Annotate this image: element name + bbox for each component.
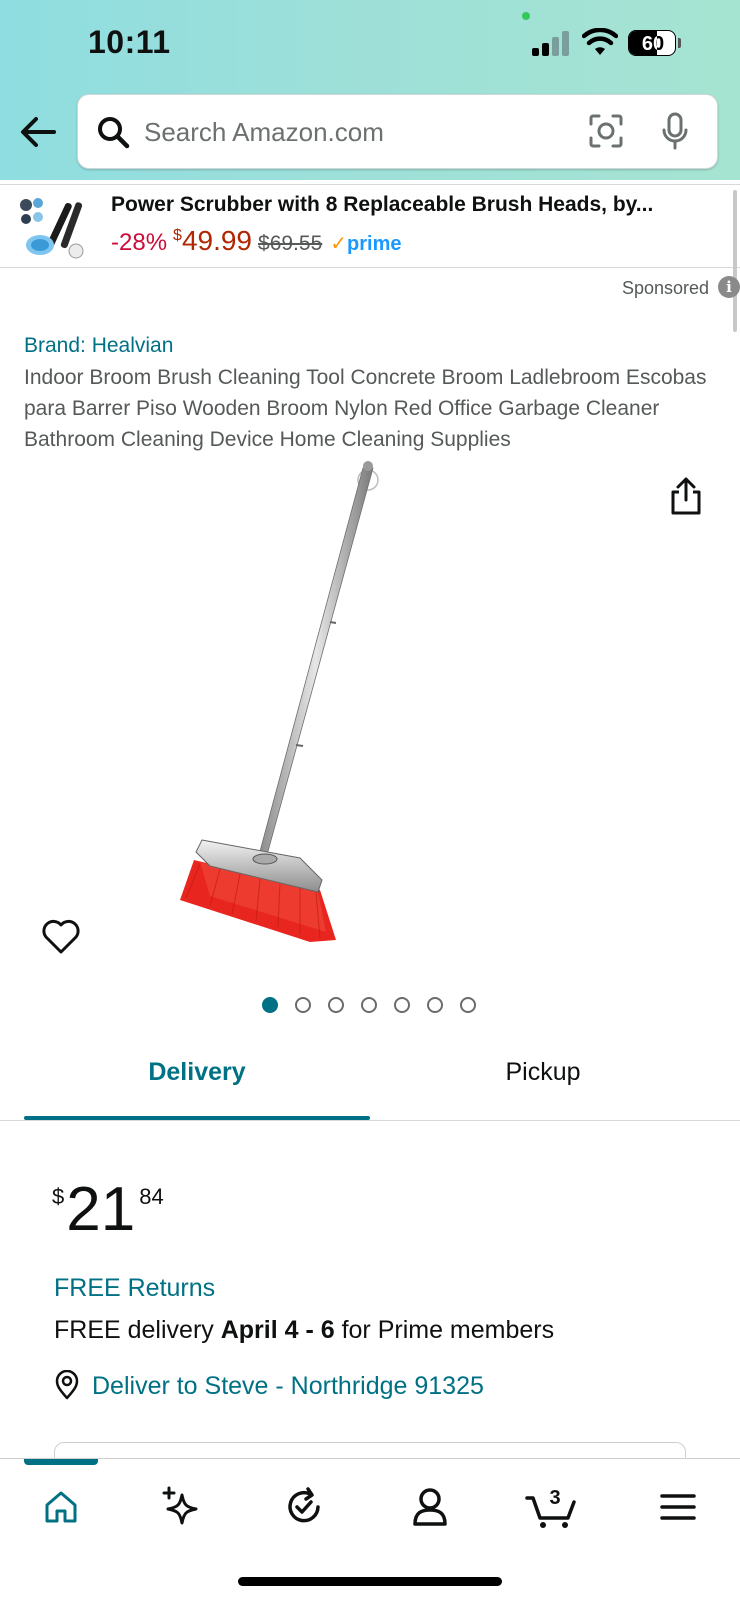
nav-home[interactable] (21, 1477, 101, 1537)
back-arrow-icon[interactable] (18, 112, 58, 152)
nav-menu[interactable] (638, 1477, 718, 1537)
search-input[interactable]: Search Amazon.com (144, 117, 384, 148)
buy-again-icon (288, 1487, 320, 1523)
wifi-icon (582, 28, 618, 55)
discount-percent: -28% (111, 229, 168, 256)
cart-icon: 3 (525, 1487, 576, 1528)
scroll-indicator (733, 190, 737, 332)
bottom-navigation: 3 (0, 1458, 740, 1600)
carousel-dot[interactable] (295, 997, 311, 1013)
home-icon (45, 1491, 77, 1523)
tab-divider (0, 1120, 740, 1121)
menu-icon (660, 1494, 696, 1520)
tab-delivery[interactable]: Delivery (24, 1058, 370, 1087)
banner-price: 49.99 (181, 225, 253, 256)
prime-label: prime (347, 233, 402, 255)
location-pin-icon (55, 1370, 79, 1400)
carousel-dot[interactable] (262, 997, 278, 1013)
price-currency: $ (52, 1184, 65, 1209)
image-carousel-dots[interactable] (262, 997, 476, 1013)
delivery-dates: April 4 - 6 (220, 1316, 335, 1344)
free-returns-link[interactable]: FREE Returns (54, 1274, 215, 1303)
account-icon (413, 1488, 447, 1526)
share-icon[interactable] (668, 476, 704, 516)
delivery-suffix: for Prime members (334, 1316, 555, 1344)
search-icon (98, 117, 130, 149)
power-scrubber-thumbnail (16, 193, 94, 263)
info-icon[interactable]: i (718, 276, 740, 298)
battery-level-text: 60 (641, 33, 665, 55)
banner-price-row: -28% $ 49.99 $69.55 ✓prime (111, 225, 401, 257)
tab-pickup[interactable]: Pickup (370, 1058, 716, 1087)
product-image-broom[interactable] (170, 460, 410, 960)
banner-list-price: $69.55 (258, 232, 323, 255)
cellular-signal-icon (532, 30, 572, 56)
banner-price-currency: $ (173, 227, 182, 244)
camera-search-icon[interactable] (588, 113, 624, 149)
nav-active-indicator (24, 1459, 98, 1465)
microphone-icon[interactable] (660, 111, 690, 151)
nav-rufus[interactable] (142, 1477, 222, 1537)
price-whole: 21 (66, 1175, 136, 1244)
carousel-dot[interactable] (427, 997, 443, 1013)
cart-count: 3 (549, 1487, 560, 1509)
carousel-dot[interactable] (361, 997, 377, 1013)
carousel-dot[interactable] (328, 997, 344, 1013)
home-indicator (238, 1577, 502, 1586)
battery-icon: 60 (628, 30, 682, 56)
status-time: 10:11 (88, 24, 171, 60)
brand-link[interactable]: Brand: Healvian (24, 334, 173, 358)
price-fraction: 84 (139, 1184, 164, 1209)
nav-cart[interactable]: 3 (512, 1477, 592, 1537)
rufus-sparkle-icon (162, 1486, 198, 1525)
deliver-to-link[interactable]: Deliver to Steve - Northridge 91325 (92, 1372, 484, 1401)
prime-badge: ✓prime (330, 231, 401, 256)
carousel-dot[interactable] (394, 997, 410, 1013)
product-price: $ 21 84 (52, 1178, 164, 1242)
nav-account[interactable] (390, 1477, 470, 1537)
delivery-info: FREE delivery April 4 - 6 for Prime memb… (54, 1316, 554, 1345)
banner-product-title[interactable]: Power Scrubber with 8 Replaceable Brush … (111, 193, 711, 217)
product-title: Indoor Broom Brush Cleaning Tool Concret… (24, 366, 707, 451)
carousel-dot[interactable] (460, 997, 476, 1013)
status-bar: 10:11 60 (0, 0, 740, 88)
sponsored-label: Sponsored (622, 278, 710, 298)
nav-buy-again[interactable] (264, 1477, 344, 1537)
prime-check-icon: ✓ (330, 233, 348, 255)
sponsored-product-banner[interactable]: Power Scrubber with 8 Replaceable Brush … (0, 184, 740, 268)
search-bar[interactable]: Search Amazon.com (77, 94, 718, 169)
wishlist-heart-icon[interactable] (40, 916, 82, 956)
delivery-prefix: FREE delivery (54, 1316, 221, 1344)
camera-in-use-indicator (522, 12, 530, 20)
